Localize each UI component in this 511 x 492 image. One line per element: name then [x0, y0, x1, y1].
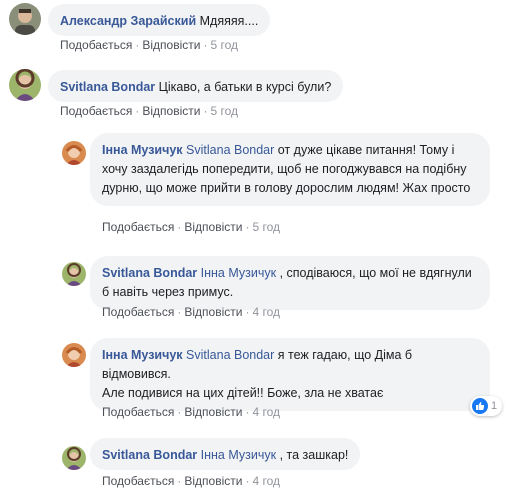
reply-author[interactable]: Інна Музичук — [102, 143, 183, 157]
comment-timestamp[interactable]: 5 год — [210, 38, 238, 52]
avatar[interactable] — [62, 141, 86, 165]
reply-mention[interactable]: Інна Музичук — [201, 266, 276, 280]
reply-author[interactable]: Svitlana Bondar — [102, 448, 197, 462]
reply-bubble: Svitlana Bondar Інна Музичук , сподіваюс… — [90, 256, 490, 310]
thumbs-up-icon — [472, 398, 488, 414]
avatar[interactable] — [62, 446, 86, 470]
reply-actions: Подобається · Відповісти · 5 год — [102, 220, 280, 234]
avatar[interactable] — [9, 3, 41, 35]
like-button[interactable]: Подобається — [102, 220, 174, 234]
reply-button[interactable]: Відповісти — [184, 305, 242, 319]
reply-timestamp[interactable]: 4 год — [252, 405, 280, 419]
reply-button[interactable]: Відповісти — [142, 104, 200, 118]
like-button[interactable]: Подобається — [102, 305, 174, 319]
reply-timestamp[interactable]: 4 год — [252, 305, 280, 319]
reply-mention[interactable]: Інна Музичук — [201, 448, 276, 462]
comment-actions: Подобається · Відповісти · 5 год — [60, 104, 238, 118]
comment-bubble: Александр Зарайский Мдяяяя.... — [48, 4, 271, 36]
reply-button[interactable]: Відповісти — [184, 220, 242, 234]
comment-author[interactable]: Svitlana Bondar — [60, 80, 155, 94]
comment-bubble: Svitlana Bondar Цікаво, а батьки в курсі… — [48, 70, 344, 102]
avatar[interactable] — [9, 69, 41, 101]
reply-timestamp[interactable]: 5 год — [252, 220, 280, 234]
reply-mention[interactable]: Svitlana Bondar — [186, 348, 274, 362]
comment-timestamp[interactable]: 5 год — [210, 104, 238, 118]
like-button[interactable]: Подобається — [60, 104, 132, 118]
like-button[interactable]: Подобається — [102, 474, 174, 488]
avatar[interactable] — [62, 262, 86, 286]
comment-author[interactable]: Александр Зарайский — [60, 14, 196, 28]
reply-bubble: Інна Музичук Svitlana Bondar от дуже цік… — [90, 133, 490, 206]
reply-timestamp[interactable]: 4 год — [252, 474, 280, 488]
reply-mention[interactable]: Svitlana Bondar — [186, 143, 274, 157]
reaction-badge[interactable]: 1 — [470, 396, 503, 416]
reply-text-line-2: Але подивися на цих дітей!! Боже, зла не… — [102, 386, 384, 400]
reply-text: , та зашкар! — [279, 448, 349, 462]
like-button[interactable]: Подобається — [102, 405, 174, 419]
reply-author[interactable]: Інна Музичук — [102, 348, 183, 362]
reply-button[interactable]: Відповісти — [184, 405, 242, 419]
reply-author[interactable]: Svitlana Bondar — [102, 266, 197, 280]
reply-bubble: Інна Музичук Svitlana Bondar я теж гадаю… — [90, 338, 490, 411]
reply-button[interactable]: Відповісти — [142, 38, 200, 52]
comment-text: Цікаво, а батьки в курсі були? — [158, 80, 332, 94]
reply-button[interactable]: Відповісти — [184, 474, 242, 488]
reaction-count: 1 — [491, 400, 498, 412]
reply-actions: Подобається · Відповісти · 4 год — [102, 305, 280, 319]
comment-text: Мдяяяя.... — [199, 14, 259, 28]
reply-bubble: Svitlana Bondar Інна Музичук , та зашкар… — [90, 438, 361, 470]
comment-actions: Подобається · Відповісти · 5 год — [60, 38, 238, 52]
reply-actions: Подобається · Відповісти · 4 год — [102, 405, 280, 419]
like-button[interactable]: Подобається — [60, 38, 132, 52]
avatar[interactable] — [62, 343, 86, 367]
reply-actions: Подобається · Відповісти · 4 год — [102, 474, 280, 488]
